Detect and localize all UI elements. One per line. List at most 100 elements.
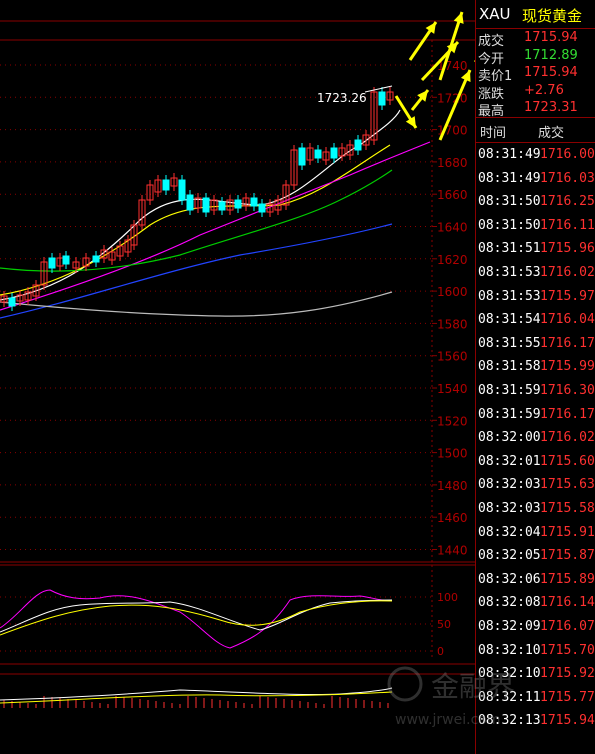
tick-row: 08:32:01 1715.60 xyxy=(476,451,595,475)
tick-time: 08:32:09 xyxy=(478,619,541,634)
symbol-code: XAU xyxy=(479,5,511,23)
tick-price: 1716.30 xyxy=(540,383,595,398)
tick-time: 08:31:54 xyxy=(478,312,541,328)
quote-row: 最高 1723.31 xyxy=(476,99,595,119)
candle-body xyxy=(92,255,100,263)
tick-row: 08:32:03 1715.63 xyxy=(476,474,595,498)
candle-body xyxy=(48,257,56,269)
watermark-logo-icon xyxy=(387,666,423,702)
price-tick-label: 1660 xyxy=(437,188,468,202)
candle-body xyxy=(298,147,306,166)
price-tick-label: 1720 xyxy=(437,91,468,105)
quote-value: 1715.94 xyxy=(524,65,578,81)
symbol-name: 现货黄金 xyxy=(522,7,583,25)
tick-time: 08:31:50 xyxy=(478,217,541,233)
tick-row: 08:32:00 1716.02 xyxy=(476,427,595,451)
tick-time: 08:31:53 xyxy=(478,265,541,280)
tick-price: 1716.17 xyxy=(540,335,595,351)
tick-time: 08:31:51 xyxy=(478,241,541,257)
tick-row: 08:32:09 1716.07 xyxy=(476,616,595,640)
tick-price: 1715.91 xyxy=(540,524,595,540)
tick-price: 1716.11 xyxy=(540,217,595,233)
price-tick-label: 1500 xyxy=(437,447,468,461)
tick-row: 08:32:08 1716.14 xyxy=(476,592,595,616)
tick-price: 1715.70 xyxy=(540,642,595,658)
price-tick-label: 1460 xyxy=(437,511,468,525)
tick-price: 1716.02 xyxy=(540,430,595,446)
price-tick-label: 1440 xyxy=(437,544,468,558)
tick-time: 08:32:06 xyxy=(478,571,541,587)
tick-time: 08:31:58 xyxy=(478,359,541,375)
quote-value: 1723.31 xyxy=(524,100,578,116)
candle-body xyxy=(330,147,338,159)
candle-body xyxy=(314,149,322,159)
tick-row: 08:31:59 1716.30 xyxy=(476,380,595,404)
tick-time: 08:31:59 xyxy=(478,383,541,398)
price-column-header: 成交 xyxy=(538,126,565,141)
tick-row: 08:31:50 1716.25 xyxy=(476,191,595,215)
tick-row: 08:31:50 1716.11 xyxy=(476,215,595,239)
tick-price: 1715.87 xyxy=(540,548,595,564)
tick-row: 08:32:05 1715.87 xyxy=(476,545,595,569)
tick-row: 08:31:53 1715.97 xyxy=(476,286,595,310)
candle-body xyxy=(354,139,362,151)
candle-body xyxy=(218,201,226,211)
tick-row: 08:31:53 1716.02 xyxy=(476,262,595,286)
tick-row: 08:32:06 1715.89 xyxy=(476,569,595,593)
price-tick-label: 1640 xyxy=(437,221,468,235)
quote-row: 成交 1715.94 xyxy=(476,29,595,49)
tick-price: 1716.07 xyxy=(540,619,595,634)
price-tick-label: 1580 xyxy=(437,317,468,331)
quote-row: 涨跌 +2.76 xyxy=(476,82,595,102)
candle-body xyxy=(378,91,386,106)
tick-row: 08:31:54 1716.04 xyxy=(476,309,595,333)
price-tick-label: 1540 xyxy=(437,382,468,396)
quote-value: 1715.94 xyxy=(524,30,578,45)
price-tick-label: 1520 xyxy=(437,414,468,428)
oscillator-tick-label: 0 xyxy=(437,645,444,658)
tick-price: 1715.97 xyxy=(540,288,595,304)
tick-price: 1716.14 xyxy=(540,595,595,611)
tick-row: 08:31:49 1716.03 xyxy=(476,168,595,192)
candle-body xyxy=(186,194,194,211)
tick-time: 08:31:49 xyxy=(478,170,541,186)
candle-body xyxy=(258,203,266,213)
tick-time: 08:31:59 xyxy=(478,406,541,422)
quote-header: XAU 现货黄金 xyxy=(476,0,595,29)
tick-time: 08:32:08 xyxy=(478,595,541,611)
watermark: 金融界 www.jrwei.com xyxy=(375,660,575,750)
price-chart[interactable]: 1740172017001680166016401620160015801560… xyxy=(0,0,475,754)
tick-price: 1716.25 xyxy=(540,194,595,210)
price-tick-label: 1620 xyxy=(437,253,468,267)
tick-price: 1716.04 xyxy=(540,312,595,328)
tick-price: 1716.17 xyxy=(540,406,595,422)
quote-value: 1712.89 xyxy=(524,47,578,63)
quote-value: +2.76 xyxy=(524,82,564,98)
price-tick-label: 1600 xyxy=(437,285,468,299)
tick-price: 1716.03 xyxy=(540,170,595,186)
quote-panel: XAU 现货黄金 成交 1715.94 今开 1712.89 卖价1 1715.94 涨跌 +… xyxy=(475,0,595,754)
tick-time: 08:32:05 xyxy=(478,548,541,564)
tick-time: 08:32:04 xyxy=(478,524,541,540)
time-column-header: 时间 xyxy=(480,126,507,141)
tick-price: 1715.60 xyxy=(540,453,595,469)
tick-time: 08:32:03 xyxy=(478,501,541,516)
tick-price: 1715.63 xyxy=(540,477,595,493)
candle-body xyxy=(178,179,186,201)
tick-time: 08:31:50 xyxy=(478,194,541,210)
watermark-brand: 金融界 xyxy=(431,670,515,703)
price-tick-label: 1680 xyxy=(437,156,468,170)
tick-time: 08:32:03 xyxy=(478,477,541,493)
oscillator-tick-label: 100 xyxy=(437,591,458,604)
candle-body xyxy=(8,297,16,307)
tick-row: 08:32:04 1715.91 xyxy=(476,522,595,546)
tick-time: 08:31:49 xyxy=(478,147,541,162)
tick-price: 1716.02 xyxy=(540,265,595,280)
quote-row: 今开 1712.89 xyxy=(476,47,595,67)
tick-row: 08:32:03 1715.58 xyxy=(476,498,595,522)
tick-row: 08:31:51 1715.96 xyxy=(476,238,595,262)
tick-price: 1715.96 xyxy=(540,241,595,257)
tick-time: 08:31:53 xyxy=(478,288,541,304)
tick-price: 1715.58 xyxy=(540,501,595,516)
watermark-url: www.jrwei.com xyxy=(395,712,500,728)
